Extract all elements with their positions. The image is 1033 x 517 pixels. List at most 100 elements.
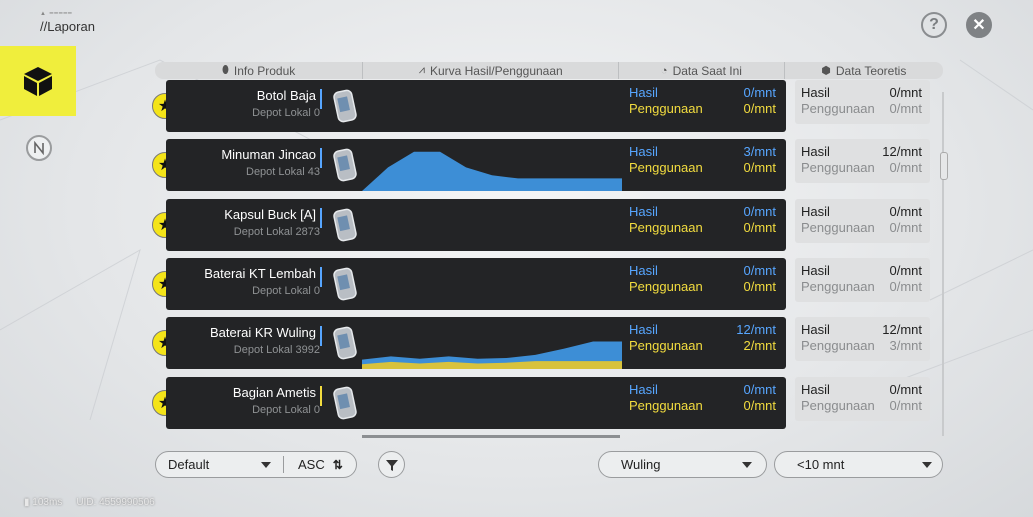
theo-penggunaan-label: Penggunaan xyxy=(801,279,875,294)
theo-hasil-label: Hasil xyxy=(801,382,830,397)
current-penggunaan-value: 0/mnt xyxy=(743,279,776,294)
battery-icon xyxy=(333,326,357,360)
column-info-produk: ⬮ Info Produk xyxy=(155,62,364,79)
current-penggunaan-label: Penggunaan xyxy=(629,220,703,235)
signal-icon: ▮ xyxy=(24,497,30,508)
theo-penggunaan-value: 0/mnt xyxy=(889,220,922,235)
chart-scrollbar[interactable] xyxy=(362,435,620,438)
battery-icon xyxy=(333,267,357,301)
theo-hasil-value: 0/mnt xyxy=(889,382,922,397)
chevron-down-icon xyxy=(922,461,932,468)
current-penggunaan-label: Penggunaan xyxy=(629,279,703,294)
filter-icon xyxy=(385,459,398,471)
current-hasil-value: 0/mnt xyxy=(743,85,776,100)
uid-value: UID: 4559990506 xyxy=(76,497,155,508)
column-label: Data Saat Ini xyxy=(672,63,742,78)
theo-penggunaan-label: Penggunaan xyxy=(801,398,875,413)
cube-icon xyxy=(24,67,52,96)
vertical-scrollbar-thumb[interactable] xyxy=(940,152,948,180)
column-data-teoretis: ⬢ Data Teoretis xyxy=(785,62,943,79)
depot-count: Depot Lokal 0 xyxy=(252,285,320,297)
theo-hasil-value: 12/mnt xyxy=(882,144,922,159)
usage-curve-chart xyxy=(362,80,622,132)
product-card[interactable]: Minuman Jincao Depot Lokal 43 Hasil Peng… xyxy=(166,139,786,191)
sidebar-item-report[interactable] xyxy=(0,46,76,116)
sort-dropdown[interactable]: Default xyxy=(156,456,284,473)
chevron-down-icon xyxy=(742,461,752,468)
product-card[interactable]: Baterai KT Lembah Depot Lokal 0 Hasil Pe… xyxy=(166,258,786,310)
theo-hasil-label: Hasil xyxy=(801,263,830,278)
usage-curve-chart xyxy=(362,341,622,369)
order-toggle[interactable]: ASC ⇅ xyxy=(284,457,343,472)
can-icon xyxy=(333,148,357,182)
capsule-icon xyxy=(333,208,357,242)
status-bar: ▮ 103ms UID: 4559990506 xyxy=(24,497,155,508)
vertical-scrollbar-track[interactable] xyxy=(942,92,944,436)
current-hasil-value: 0/mnt xyxy=(743,204,776,219)
theo-penggunaan-value: 0/mnt xyxy=(889,279,922,294)
theo-penggunaan-label: Penggunaan xyxy=(801,101,875,116)
order-value: ASC xyxy=(298,457,325,472)
header: ▲ ━━━━━ //Laporan xyxy=(40,10,95,34)
filter-button[interactable] xyxy=(378,451,405,478)
current-hasil-label: Hasil xyxy=(629,382,658,397)
theo-penggunaan-value: 0/mnt xyxy=(889,398,922,413)
status-bar-accent xyxy=(320,208,322,228)
table-row[interactable]: ★ Baterai KR Wuling Depot Lokal 3992 Has… xyxy=(152,317,942,369)
status-bar-accent xyxy=(320,148,322,168)
status-bar-accent xyxy=(320,326,322,346)
product-card[interactable]: Baterai KR Wuling Depot Lokal 3992 Hasil… xyxy=(166,317,786,369)
close-icon: ✕ xyxy=(972,17,986,34)
sidebar-item-navigation[interactable] xyxy=(26,135,52,161)
current-penggunaan-label: Penggunaan xyxy=(629,398,703,413)
column-label: Kurva Hasil/Penggunaan xyxy=(429,63,563,78)
time-value: <10 mnt xyxy=(797,457,845,472)
current-hasil-label: Hasil xyxy=(629,85,658,100)
chevron-down-icon xyxy=(261,461,271,468)
table-row[interactable]: ★ Kapsul Buck [A] Depot Lokal 2873 Hasil… xyxy=(152,199,942,251)
compass-icon xyxy=(34,141,44,155)
sort-icon: ⇅ xyxy=(332,457,343,472)
current-hasil-value: 0/mnt xyxy=(743,263,776,278)
close-button[interactable]: ✕ xyxy=(966,12,992,38)
usage-curve-chart xyxy=(362,377,622,429)
product-card[interactable]: Kapsul Buck [A] Depot Lokal 2873 Hasil P… xyxy=(166,199,786,251)
current-hasil-value: 0/mnt xyxy=(743,382,776,397)
signal-indicator: ▮ 103ms xyxy=(24,497,62,508)
time-range-dropdown[interactable]: <10 mnt xyxy=(774,451,943,478)
ping-value: 103ms xyxy=(32,497,63,508)
help-button[interactable]: ? xyxy=(921,12,947,38)
table-row[interactable]: ★ Minuman Jincao Depot Lokal 43 Hasil Pe… xyxy=(152,139,942,191)
depot-count: Depot Lokal 3992 xyxy=(233,344,320,356)
table-row[interactable]: ★ Botol Baja Depot Lokal 0 Hasil Penggun… xyxy=(152,80,942,132)
current-penggunaan-value: 0/mnt xyxy=(743,398,776,413)
current-penggunaan-label: Penggunaan xyxy=(629,160,703,175)
product-name: Botol Baja xyxy=(256,88,316,103)
theo-hasil-label: Hasil xyxy=(801,322,830,337)
brand-logo: ▲ ━━━━━ xyxy=(40,11,73,17)
status-bar-accent xyxy=(320,386,322,406)
product-card[interactable]: Botol Baja Depot Lokal 0 Hasil Penggunaa… xyxy=(166,80,786,132)
current-penggunaan-label: Penggunaan xyxy=(629,338,703,353)
current-penggunaan-value: 0/mnt xyxy=(743,160,776,175)
region-dropdown[interactable]: Wuling xyxy=(598,451,767,478)
crystal-icon xyxy=(333,386,357,420)
current-hasil-value: 3/mnt xyxy=(743,144,776,159)
status-bar-accent xyxy=(320,89,322,109)
current-penggunaan-value: 0/mnt xyxy=(743,101,776,116)
column-header: ⬮ Info Produk ⩘ Kurva Hasil/Penggunaan ◔… xyxy=(155,62,943,79)
product-name: Baterai KT Lembah xyxy=(204,266,316,281)
usage-curve-chart xyxy=(362,199,622,251)
hasil-area xyxy=(362,151,622,191)
theo-penggunaan-label: Penggunaan xyxy=(801,220,875,235)
theo-hasil-value: 0/mnt xyxy=(889,85,922,100)
table-row[interactable]: ★ Baterai KT Lembah Depot Lokal 0 Hasil … xyxy=(152,258,942,310)
theoretical-data-panel: Hasil Penggunaan 12/mnt 0/mnt xyxy=(795,139,930,183)
theoretical-data-panel: Hasil Penggunaan 0/mnt 0/mnt xyxy=(795,377,930,421)
table-row[interactable]: ★ Bagian Ametis Depot Lokal 0 Hasil Peng… xyxy=(152,377,942,429)
product-card[interactable]: Bagian Ametis Depot Lokal 0 Hasil Penggu… xyxy=(166,377,786,429)
bottle-icon xyxy=(333,89,357,123)
usage-curve-chart xyxy=(362,258,622,310)
pie-icon: ◔ xyxy=(660,64,668,77)
question-icon: ? xyxy=(929,16,939,33)
